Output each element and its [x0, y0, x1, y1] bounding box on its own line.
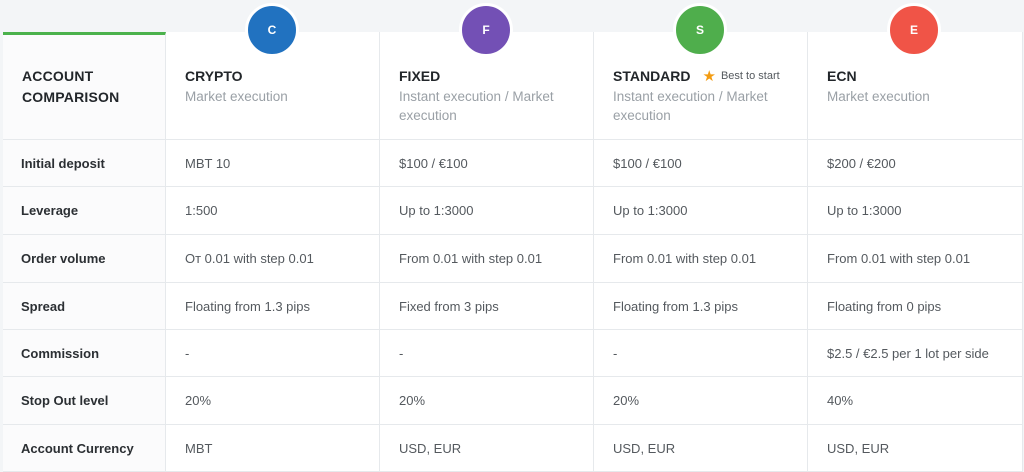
table-cell: MBT 10: [166, 140, 380, 187]
table-cell: $2.5 / €2.5 per 1 lot per side: [808, 330, 1023, 377]
table-cell: -: [594, 330, 808, 377]
plan-name: FIXED: [399, 68, 441, 84]
table-cell: From 0.01 with step 0.01: [808, 235, 1023, 283]
table-cell: 20%: [166, 377, 380, 425]
plan-name: ECN: [827, 68, 857, 84]
table-cell: 1:500: [166, 187, 380, 235]
row-label: Spread: [3, 283, 166, 330]
table-title: ACCOUNT COMPARISON: [3, 32, 166, 140]
table-cell: $100 / €100: [594, 140, 808, 187]
plan-description: Instant execution / Market execution: [613, 89, 768, 123]
table-cell: USD, EUR: [808, 425, 1023, 472]
table-cell: 40%: [808, 377, 1023, 425]
table-cell: -: [380, 330, 594, 377]
plan-name: STANDARD: [613, 68, 691, 84]
table-cell: Up to 1:3000: [380, 187, 594, 235]
table-cell: 20%: [594, 377, 808, 425]
table-cell: $100 / €100: [380, 140, 594, 187]
row-label: Stop Out level: [3, 377, 166, 425]
table-cell: -: [166, 330, 380, 377]
row-label: Leverage: [3, 187, 166, 235]
plan-name-row: STANDARD ★ Best to start: [613, 67, 780, 85]
title-line-2: COMPARISON: [22, 89, 120, 105]
plan-description: Instant execution / Market execution: [399, 89, 554, 123]
plan-name: CRYPTO: [185, 68, 243, 84]
table-cell: Up to 1:3000: [594, 187, 808, 235]
table-cell: USD, EUR: [594, 425, 808, 472]
table-cell: 20%: [380, 377, 594, 425]
row-label: Order volume: [3, 235, 166, 283]
best-to-start-tag: ★ Best to start: [703, 67, 780, 85]
table-cell: Floating from 1.3 pips: [594, 283, 808, 330]
table-cell: From 0.01 with step 0.01: [594, 235, 808, 283]
table-cell: Floating from 1.3 pips: [166, 283, 380, 330]
row-label: Initial deposit: [3, 140, 166, 187]
table-cell: $200 / €200: [808, 140, 1023, 187]
table-cell: MBT: [166, 425, 380, 472]
row-label: Commission: [3, 330, 166, 377]
table-cell: Fixed from 3 pips: [380, 283, 594, 330]
ecn-badge-icon: E: [887, 3, 941, 57]
table-cell: Floating from 0 pips: [808, 283, 1023, 330]
fixed-badge-icon: F: [459, 3, 513, 57]
standard-badge-icon: S: [673, 3, 727, 57]
plan-description: Market execution: [827, 89, 930, 104]
best-to-start-label: Best to start: [720, 70, 780, 82]
plan-description: Market execution: [185, 89, 288, 104]
star-icon: ★: [702, 67, 716, 85]
account-comparison-table: ACCOUNT COMPARISON CRYPTO Market executio…: [3, 32, 1023, 472]
row-label: Account Currency: [3, 425, 166, 472]
crypto-badge-icon: C: [245, 3, 299, 57]
table-cell: From 0.01 with step 0.01: [380, 235, 594, 283]
table-cell: USD, EUR: [380, 425, 594, 472]
table-cell: Up to 1:3000: [808, 187, 1023, 235]
table-cell: От 0.01 with step 0.01: [166, 235, 380, 283]
title-line-1: ACCOUNT: [22, 68, 94, 84]
